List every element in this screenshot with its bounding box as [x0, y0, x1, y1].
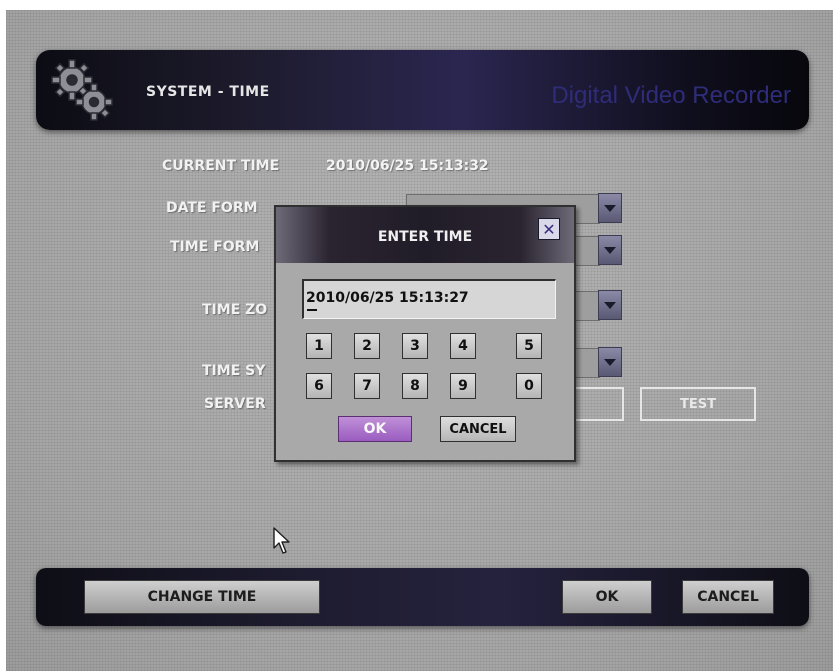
mouse-pointer-icon — [273, 527, 290, 554]
key-5[interactable]: 5 — [516, 333, 542, 359]
key-2[interactable]: 2 — [354, 333, 380, 359]
time-sync-dropdown-icon[interactable] — [598, 347, 622, 377]
key-8[interactable]: 8 — [402, 373, 428, 399]
header-bar: SYSTEM - TIME Digital Video Recorder — [36, 50, 809, 130]
key-7[interactable]: 7 — [354, 373, 380, 399]
brand-text: Digital Video Recorder — [551, 82, 791, 109]
gears-icon — [51, 59, 113, 121]
key-9[interactable]: 9 — [450, 373, 476, 399]
ok-button[interactable]: OK — [562, 580, 652, 614]
text-caret — [307, 309, 317, 311]
close-icon[interactable]: ✕ — [538, 218, 560, 240]
change-time-button[interactable]: CHANGE TIME — [84, 580, 320, 614]
key-3[interactable]: 3 — [402, 333, 428, 359]
dialog-title: ENTER TIME — [377, 229, 473, 245]
dialog-title-bar: ENTER TIME ✕ — [276, 207, 574, 263]
time-input-value: 2010/06/25 15:13:27 — [306, 290, 469, 306]
date-format-label: DATE FORM — [166, 200, 258, 216]
dvr-screen: SYSTEM - TIME Digital Video Recorder CUR… — [6, 10, 833, 671]
time-sync-label: TIME SY — [202, 363, 266, 379]
time-input[interactable]: 2010/06/25 15:13:27 — [302, 279, 556, 319]
server-label: SERVER — [204, 396, 266, 412]
key-6[interactable]: 6 — [306, 373, 332, 399]
time-zone-dropdown-icon[interactable] — [598, 290, 622, 320]
current-time-value: 2010/06/25 15:13:32 — [326, 158, 489, 174]
page-title: SYSTEM - TIME — [146, 84, 270, 100]
time-format-label: TIME FORM — [170, 239, 260, 255]
time-zone-label: TIME ZO — [202, 302, 268, 318]
key-4[interactable]: 4 — [450, 333, 476, 359]
date-format-dropdown-icon[interactable] — [598, 193, 622, 223]
enter-time-dialog: ENTER TIME ✕ 2010/06/25 15:13:27 1 2 3 4… — [274, 205, 576, 462]
key-1[interactable]: 1 — [306, 333, 332, 359]
test-button[interactable]: TEST — [640, 387, 756, 421]
current-time-label: CURRENT TIME — [162, 158, 280, 174]
footer-bar: CHANGE TIME OK CANCEL — [36, 568, 809, 626]
time-format-dropdown-icon[interactable] — [598, 235, 622, 265]
dialog-ok-button[interactable]: OK — [338, 416, 412, 442]
cancel-button[interactable]: CANCEL — [682, 580, 774, 614]
dialog-cancel-button[interactable]: CANCEL — [440, 416, 516, 442]
key-0[interactable]: 0 — [516, 373, 542, 399]
